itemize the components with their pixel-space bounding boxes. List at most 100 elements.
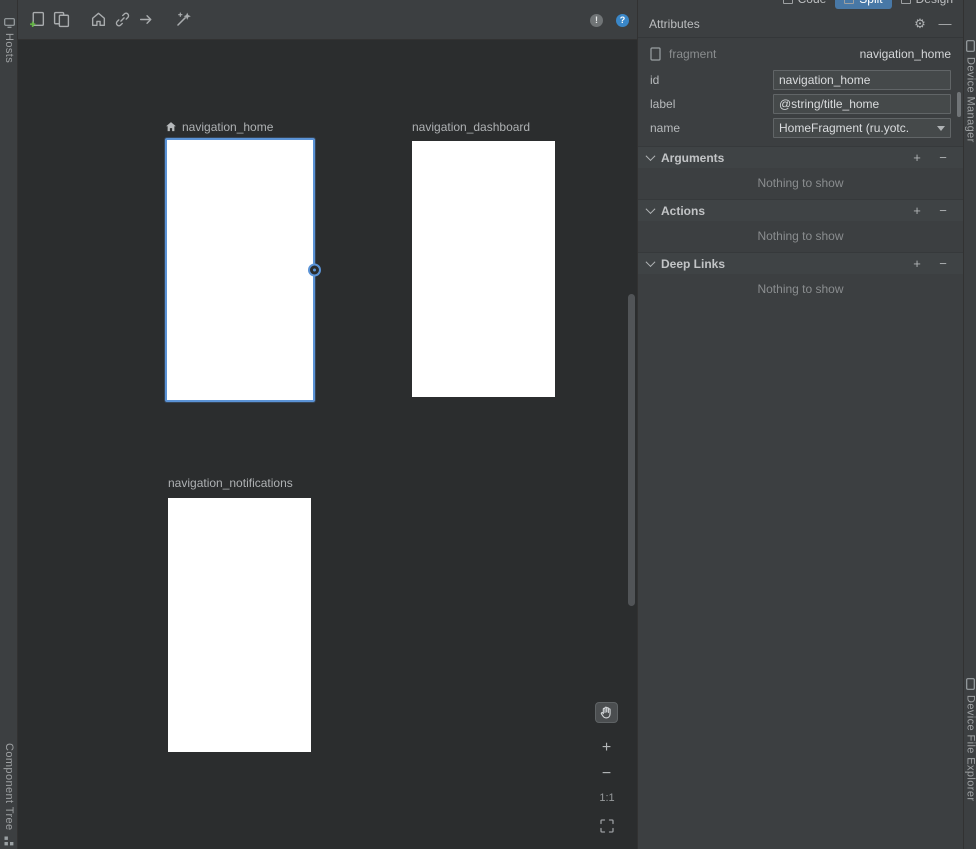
action-handle[interactable] bbox=[308, 264, 321, 277]
attributes-panel: Attributes ⚙ — fragment navigation_home … bbox=[637, 0, 963, 849]
add-action-button[interactable]: + bbox=[909, 204, 925, 217]
navigation-toolbar: ! ? bbox=[18, 0, 637, 40]
assign-start-destination-button[interactable] bbox=[86, 8, 110, 32]
auto-arrange-icon bbox=[175, 11, 192, 28]
attributes-title: Attributes bbox=[649, 17, 700, 31]
gear-icon[interactable]: ⚙ bbox=[912, 17, 928, 30]
toolbar-status-icons: ! ? bbox=[590, 0, 629, 40]
add-deep-link-button[interactable]: + bbox=[909, 257, 925, 270]
field-row-name: name HomeFragment (ru.yotc. bbox=[638, 116, 963, 140]
section-arguments: Arguments + − Nothing to show bbox=[638, 146, 963, 199]
navigation-graph-canvas[interactable]: navigation_home navigation_dashboard nav… bbox=[18, 40, 637, 849]
zoom-to-fit-icon bbox=[599, 818, 615, 834]
empty-state-text: Nothing to show bbox=[638, 274, 963, 305]
start-destination-home-icon bbox=[165, 121, 177, 133]
fragment-home-preview[interactable] bbox=[165, 138, 315, 402]
component-tree-label: Component Tree bbox=[3, 743, 15, 831]
toolwindow-device-manager[interactable]: Device Manager bbox=[964, 40, 976, 143]
zoom-in-button[interactable]: + bbox=[598, 740, 615, 756]
action-arrow-icon bbox=[138, 11, 155, 28]
tab-code[interactable]: Code bbox=[774, 0, 836, 9]
canvas-scrollbar[interactable] bbox=[628, 294, 635, 606]
section-actions-header[interactable]: Actions + − bbox=[638, 199, 963, 221]
split-icon bbox=[844, 0, 854, 4]
toolwindow-component-tree[interactable]: Component Tree bbox=[0, 743, 18, 846]
right-toolwindow-stripe: Device Manager Device File Explorer bbox=[963, 0, 976, 849]
section-deep-links-header[interactable]: Deep Links + − bbox=[638, 252, 963, 274]
issue-indicator-icon[interactable]: ! bbox=[590, 14, 603, 27]
section-title: Deep Links bbox=[661, 257, 725, 271]
label-field[interactable]: @string/title_home bbox=[773, 94, 951, 114]
section-title: Arguments bbox=[661, 151, 724, 165]
fragment-notifications-title[interactable]: navigation_notifications bbox=[168, 475, 293, 491]
tab-split-label: Split bbox=[859, 0, 882, 6]
link-icon bbox=[114, 11, 131, 28]
chevron-down-icon bbox=[646, 151, 656, 161]
section-title: Actions bbox=[661, 204, 705, 218]
fragment-dashboard-preview[interactable] bbox=[412, 141, 555, 397]
empty-state-text: Nothing to show bbox=[638, 221, 963, 252]
device-file-explorer-label: Device File Explorer bbox=[965, 695, 976, 801]
field-row-id: id navigation_home bbox=[638, 68, 963, 92]
navigation-editor-window: Code Split Design Hosts Component Tree bbox=[0, 0, 976, 849]
component-type-row: fragment navigation_home bbox=[638, 42, 963, 66]
tab-code-label: Code bbox=[798, 0, 827, 6]
code-icon bbox=[783, 0, 793, 4]
home-icon bbox=[90, 11, 107, 28]
field-row-label: label @string/title_home bbox=[638, 92, 963, 116]
id-field-label: id bbox=[650, 73, 773, 87]
add-action-button[interactable] bbox=[134, 8, 158, 32]
tab-design-label: Design bbox=[916, 0, 953, 6]
fragment-icon bbox=[650, 47, 661, 61]
component-tree-icon bbox=[4, 836, 14, 846]
toolwindow-hosts[interactable]: Hosts bbox=[0, 18, 18, 63]
nested-graph-button[interactable] bbox=[49, 8, 73, 32]
left-toolwindow-stripe: Hosts Component Tree bbox=[0, 0, 18, 849]
device-manager-icon bbox=[966, 40, 975, 52]
tab-design[interactable]: Design bbox=[892, 0, 962, 9]
zoom-out-button[interactable]: − bbox=[598, 766, 615, 782]
remove-deep-link-button[interactable]: − bbox=[935, 257, 951, 270]
pan-button[interactable] bbox=[595, 702, 618, 723]
remove-action-button[interactable]: − bbox=[935, 204, 951, 217]
zoom-ratio-label[interactable]: 1:1 bbox=[595, 792, 619, 804]
remove-argument-button[interactable]: − bbox=[935, 151, 951, 164]
fragment-title-label: navigation_dashboard bbox=[412, 120, 530, 134]
section-arguments-header[interactable]: Arguments + − bbox=[638, 146, 963, 168]
attribute-fields: id navigation_home label @string/title_h… bbox=[638, 68, 963, 140]
id-field[interactable]: navigation_home bbox=[773, 70, 951, 90]
toolwindow-device-file-explorer[interactable]: Device File Explorer bbox=[964, 678, 976, 801]
nested-graph-icon bbox=[53, 11, 70, 28]
hand-icon bbox=[599, 705, 614, 720]
fragment-title-label: navigation_home bbox=[182, 120, 273, 134]
auto-arrange-button[interactable] bbox=[171, 8, 195, 32]
zoom-to-fit-button[interactable] bbox=[599, 818, 615, 834]
component-type-label: fragment bbox=[669, 47, 716, 61]
editor-mode-tabs: Code Split Design bbox=[774, 0, 962, 9]
chevron-down-icon bbox=[937, 126, 945, 131]
device-file-explorer-icon bbox=[966, 678, 975, 690]
component-id-value: navigation_home bbox=[860, 47, 951, 61]
hide-panel-icon[interactable]: — bbox=[937, 17, 953, 30]
deep-link-button[interactable] bbox=[110, 8, 134, 32]
name-combobox[interactable]: HomeFragment (ru.yotc. bbox=[773, 118, 951, 138]
new-destination-icon bbox=[29, 11, 46, 28]
help-icon[interactable]: ? bbox=[616, 14, 629, 27]
tab-split[interactable]: Split bbox=[835, 0, 891, 9]
fragment-home-title[interactable]: navigation_home bbox=[165, 119, 273, 135]
fragment-notifications-preview[interactable] bbox=[168, 498, 311, 752]
design-icon bbox=[901, 0, 911, 4]
label-field-label: label bbox=[650, 97, 773, 111]
device-manager-label: Device Manager bbox=[965, 57, 976, 143]
name-field-label: name bbox=[650, 121, 773, 135]
fragment-title-label: navigation_notifications bbox=[168, 476, 293, 490]
new-destination-button[interactable] bbox=[25, 8, 49, 32]
name-combobox-value: HomeFragment (ru.yotc. bbox=[779, 119, 933, 137]
attributes-scrollbar[interactable] bbox=[957, 92, 961, 117]
section-actions: Actions + − Nothing to show bbox=[638, 199, 963, 252]
hosts-label: Hosts bbox=[3, 33, 15, 63]
attribute-sections: Arguments + − Nothing to show Actions + … bbox=[638, 146, 963, 305]
empty-state-text: Nothing to show bbox=[638, 168, 963, 199]
fragment-dashboard-title[interactable]: navigation_dashboard bbox=[412, 119, 530, 135]
add-argument-button[interactable]: + bbox=[909, 151, 925, 164]
